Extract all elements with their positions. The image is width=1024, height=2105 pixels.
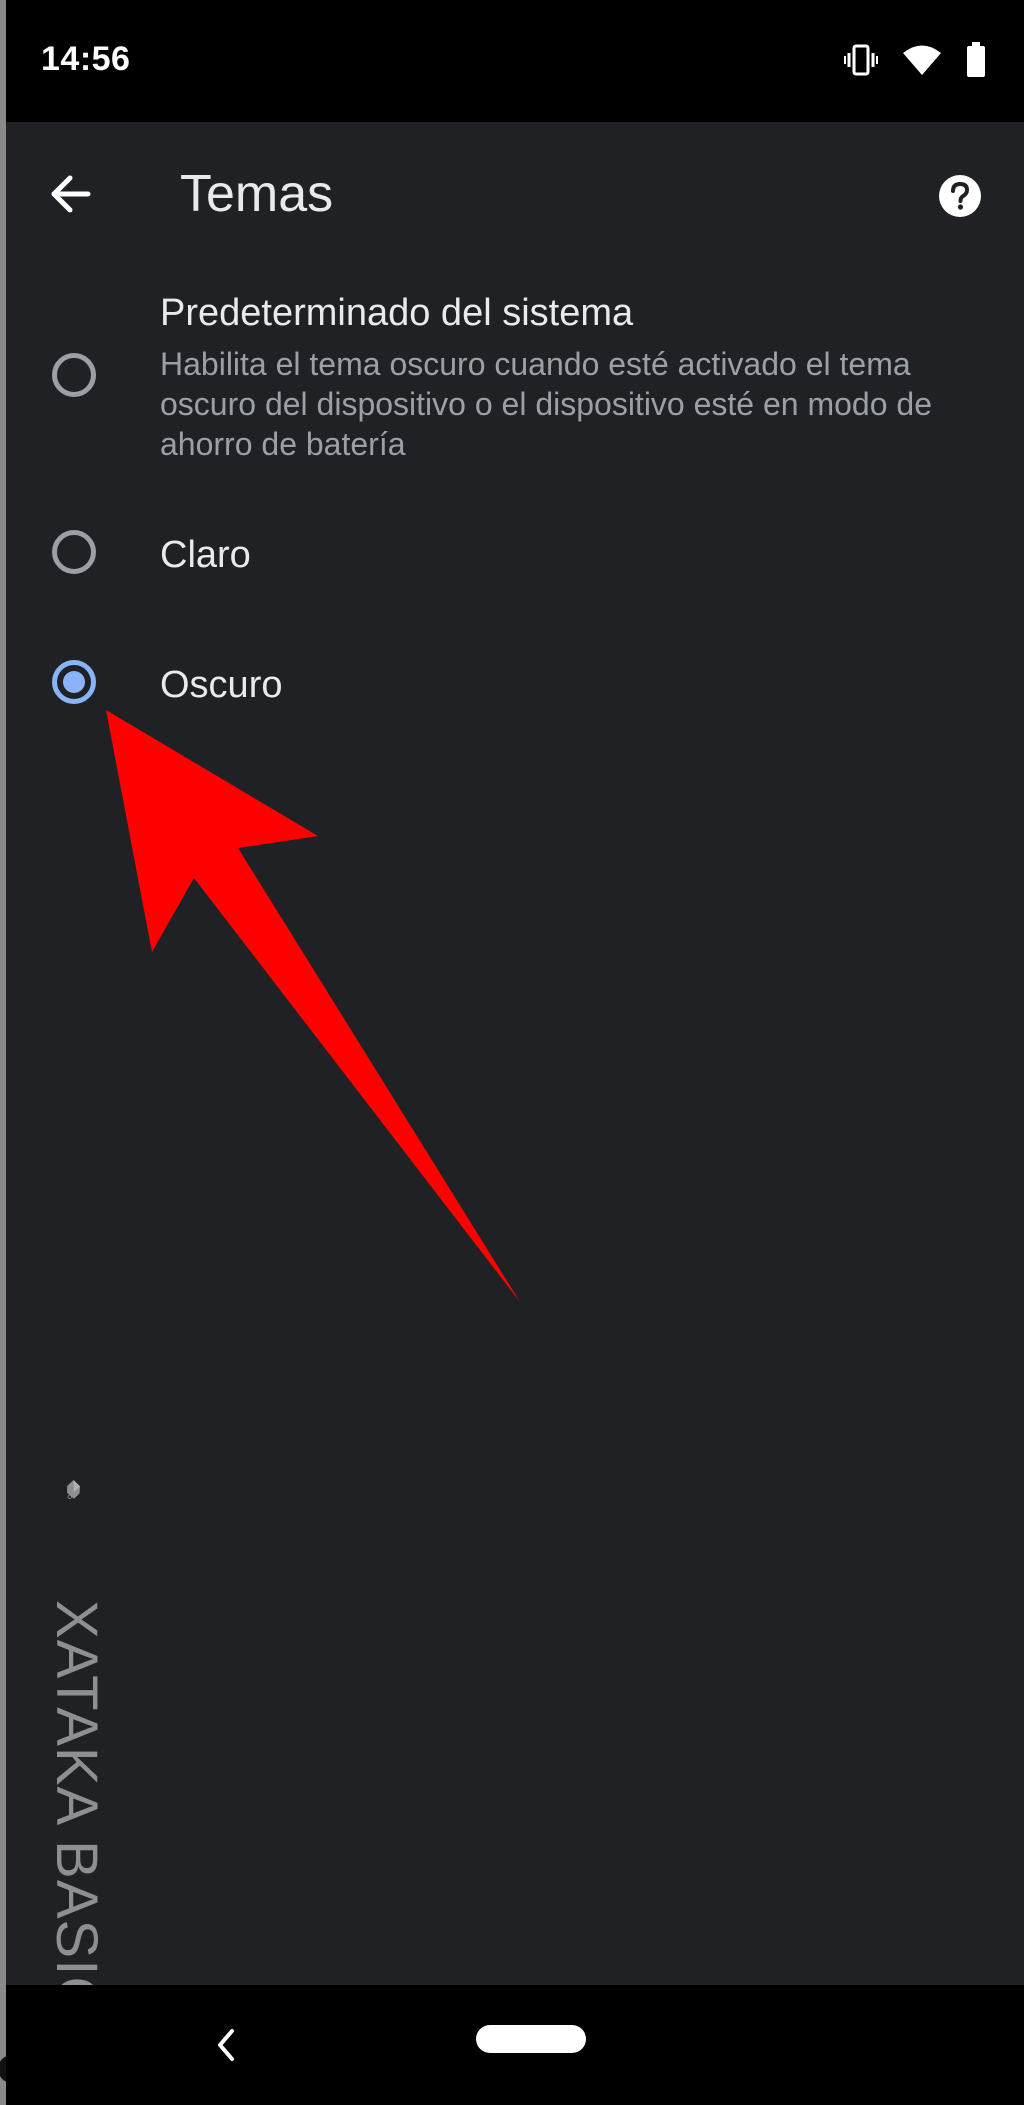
status-time: 14:56 [41,40,131,78]
nav-home-pill[interactable] [476,2025,586,2053]
status-bar: 14:56 [6,0,1024,122]
back-button[interactable] [42,166,98,222]
battery-icon [966,41,986,83]
nav-back-button[interactable] [206,2021,246,2069]
option-title-dark: Oscuro [160,664,283,706]
option-description-system-default: Habilita el tema oscuro cuando esté acti… [160,346,932,462]
radio-system-default[interactable] [52,353,96,397]
app-bar: Temas [6,122,1024,262]
vibrate-icon [844,43,878,82]
option-title-light: Claro [160,534,251,576]
nav-back-icon [218,2029,234,2061]
screen: 14:56 Temas Predeterminado del sistema H… [0,0,1024,2105]
wifi-icon [902,44,942,81]
theme-option-light[interactable]: Claro [6,520,1024,600]
arrow-back-icon [51,175,91,213]
help-button[interactable] [930,166,990,226]
radio-light[interactable] [52,530,96,574]
xataka-basics-logo [67,1480,80,1499]
radio-dark[interactable] [52,660,96,704]
page-title: Temas [180,165,334,223]
theme-option-system-default[interactable]: Predeterminado del sistema Habilita el t… [6,290,1024,470]
help-icon [939,175,981,217]
navigation-bar [6,1985,1024,2105]
status-icons [844,41,986,83]
theme-option-dark[interactable]: Oscuro [6,650,1024,730]
option-title-system-default: Predeterminado del sistema [160,292,634,334]
